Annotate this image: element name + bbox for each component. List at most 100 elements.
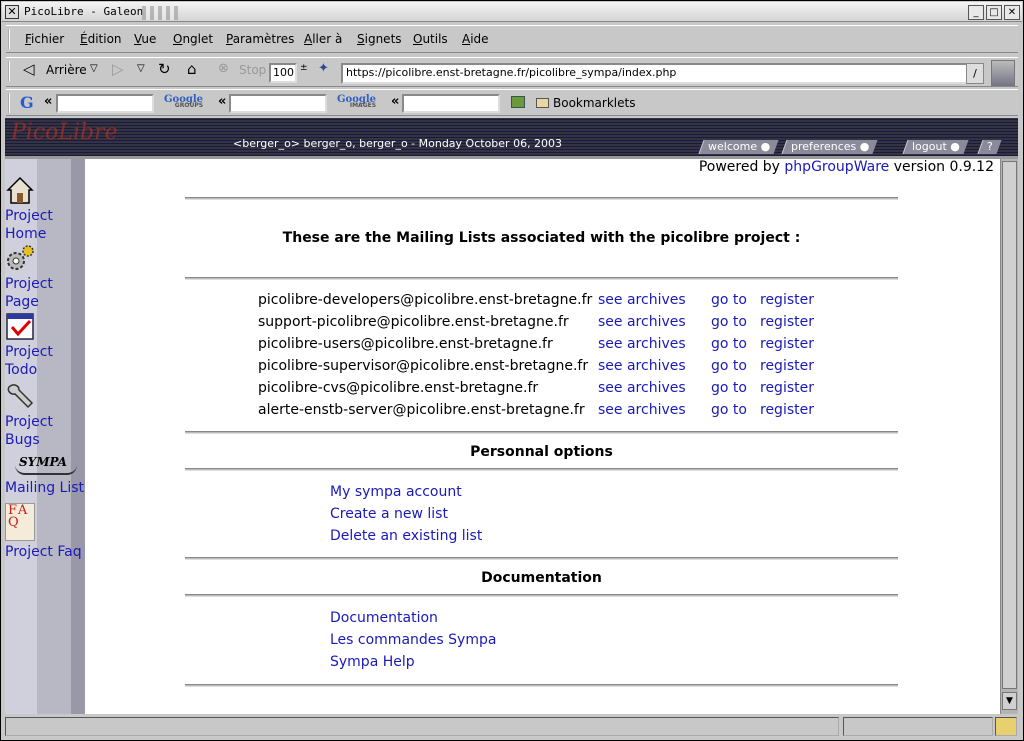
sidebar-item-project-home[interactable]: Project Home <box>5 175 87 243</box>
register-link[interactable]: register <box>760 402 814 418</box>
phpgroupware-link[interactable]: phpGroupWare <box>784 159 889 175</box>
toolbar-grip[interactable] <box>8 29 14 49</box>
tab-welcome[interactable]: welcome ● <box>698 140 779 154</box>
groups-search-input[interactable] <box>229 94 327 113</box>
go-to-link[interactable]: go to <box>711 380 747 396</box>
scroll-down-arrow-icon[interactable]: ▼ <box>1002 692 1017 710</box>
forward-arrow-icon[interactable]: ▷ <box>112 60 124 78</box>
status-message <box>5 717 839 736</box>
create-new-list-link[interactable]: Create a new list <box>330 506 448 522</box>
maximize-button[interactable]: □ <box>986 5 1002 20</box>
menu-bar: Fichier Édition Vue Onglet Paramètres Al… <box>6 25 1018 53</box>
see-archives-link[interactable]: see archives <box>598 358 686 374</box>
forward-dropdown-icon[interactable]: ▽ <box>137 63 145 74</box>
documentation-heading: Documentation <box>481 570 602 586</box>
vertical-scrollbar[interactable]: ▼ <box>1000 159 1018 714</box>
stop-button[interactable]: Stop <box>239 63 266 77</box>
go-to-link[interactable]: go to <box>711 336 747 352</box>
tab-logout[interactable]: logout ● <box>902 140 969 154</box>
list-address: alerte-enstb-server@picolibre.enst-breta… <box>258 402 585 418</box>
stop-icon[interactable]: ⊗ <box>218 61 229 76</box>
zoom-input[interactable]: 100 <box>269 63 297 83</box>
groups-go-icon[interactable]: « <box>218 94 226 109</box>
list-address: picolibre-cvs@picolibre.enst-bretagne.fr <box>258 380 539 396</box>
register-link[interactable]: register <box>760 314 814 330</box>
sidebar: Project Home Project Page Project Todo P… <box>5 159 85 714</box>
sympa-commands-link[interactable]: Les commandes Sympa <box>330 632 496 648</box>
sympa-help-link[interactable]: Sympa Help <box>330 654 415 670</box>
images-search-input[interactable] <box>402 94 500 113</box>
see-archives-link[interactable]: see archives <box>598 380 686 396</box>
menu-onglet[interactable]: Onglet <box>173 32 213 46</box>
see-archives-link[interactable]: see archives <box>598 314 686 330</box>
menu-edition[interactable]: Édition <box>80 32 122 46</box>
google-search-input[interactable] <box>56 94 154 113</box>
sidebar-item-project-bugs[interactable]: Project Bugs <box>5 381 87 449</box>
close-button[interactable]: ✕ <box>1004 5 1020 20</box>
site-security-icon[interactable]: ✦ <box>318 61 329 76</box>
register-link[interactable]: register <box>760 336 814 352</box>
register-link[interactable]: register <box>760 358 814 374</box>
google-images-logo[interactable]: Google IMAGES <box>337 94 376 109</box>
powered-by: Powered by phpGroupWare version 0.9.12 <box>699 159 994 175</box>
back-dropdown-icon[interactable]: ▽ <box>90 63 98 74</box>
go-to-link[interactable]: go to <box>711 358 747 374</box>
sidebar-label: Project Faq <box>5 544 82 560</box>
throbber-icon[interactable] <box>991 60 1015 86</box>
minimize-button[interactable]: _ <box>968 5 984 20</box>
back-arrow-icon[interactable]: ◁ <box>23 60 35 78</box>
search-toolbar: G « Google GROUPS « Google IMAGES « Bookma… <box>6 89 1018 116</box>
go-to-link[interactable]: go to <box>711 402 747 418</box>
sidebar-item-project-faq[interactable]: FAQ Project Faq <box>5 503 87 561</box>
go-to-link[interactable]: go to <box>711 314 747 330</box>
menu-aide[interactable]: Aide <box>462 32 489 46</box>
google-icon[interactable]: G <box>20 93 34 112</box>
toolbar-grip[interactable] <box>8 61 14 81</box>
status-bar <box>5 715 1018 737</box>
sidebar-item-project-page[interactable]: Project Page <box>5 243 87 311</box>
home-icon[interactable]: ⌂ <box>187 60 197 78</box>
mailing-lists-heading: These are the Mailing Lists associated w… <box>282 230 801 246</box>
my-sympa-account-link[interactable]: My sympa account <box>330 484 462 500</box>
see-archives-link[interactable]: see archives <box>598 292 686 308</box>
tab-preferences[interactable]: preferences ● <box>781 140 878 154</box>
reload-icon[interactable]: ↻ <box>158 60 171 78</box>
separator <box>185 468 898 471</box>
url-input[interactable]: https://picolibre.enst-bretagne.fr/picol… <box>341 63 969 84</box>
menu-parametres[interactable]: Paramètres <box>226 32 294 46</box>
search-go-icon[interactable]: « <box>44 94 52 109</box>
menu-signets[interactable]: Signets <box>357 32 402 46</box>
house-icon <box>6 176 34 204</box>
menu-outils[interactable]: Outils <box>413 32 448 46</box>
sidebar-item-mailing-list[interactable]: SYMPA Mailing List <box>5 449 87 497</box>
zoom-spinner-icon[interactable]: ± <box>300 63 308 73</box>
register-link[interactable]: register <box>760 292 814 308</box>
toolbar-grip[interactable] <box>8 93 14 113</box>
lock-icon[interactable] <box>995 717 1017 736</box>
back-button[interactable]: Arrière <box>46 63 87 77</box>
google-groups-logo[interactable]: Google GROUPS <box>164 94 203 109</box>
tab-help[interactable]: ? <box>977 140 1002 154</box>
window-title: PicoLibre - Galeon <box>24 5 144 18</box>
url-go-button[interactable]: / <box>966 63 984 84</box>
bookmarklets-folder[interactable]: Bookmarklets <box>553 96 635 110</box>
images-go-icon[interactable]: « <box>391 94 399 109</box>
sidebar-label: Project Home <box>5 208 53 242</box>
sidebar-label: Mailing List <box>5 480 85 496</box>
window-menu-icon[interactable]: ✕ <box>5 5 19 19</box>
go-to-link[interactable]: go to <box>711 292 747 308</box>
menu-aller-a[interactable]: Aller à <box>304 32 342 46</box>
status-progress <box>843 717 993 736</box>
see-archives-link[interactable]: see archives <box>598 336 686 352</box>
wrench-icon <box>7 384 34 409</box>
see-archives-link[interactable]: see archives <box>598 402 686 418</box>
documentation-link[interactable]: Documentation <box>330 610 438 626</box>
register-link[interactable]: register <box>760 380 814 396</box>
menu-fichier[interactable]: Fichier <box>25 32 64 46</box>
scrollbar-thumb[interactable] <box>1002 161 1017 689</box>
list-address: support-picolibre@picolibre.enst-bretagn… <box>258 314 569 330</box>
delete-existing-list-link[interactable]: Delete an existing list <box>330 528 482 544</box>
book-icon[interactable] <box>511 96 525 108</box>
menu-vue[interactable]: Vue <box>134 32 156 46</box>
sidebar-item-project-todo[interactable]: Project Todo <box>5 311 87 379</box>
